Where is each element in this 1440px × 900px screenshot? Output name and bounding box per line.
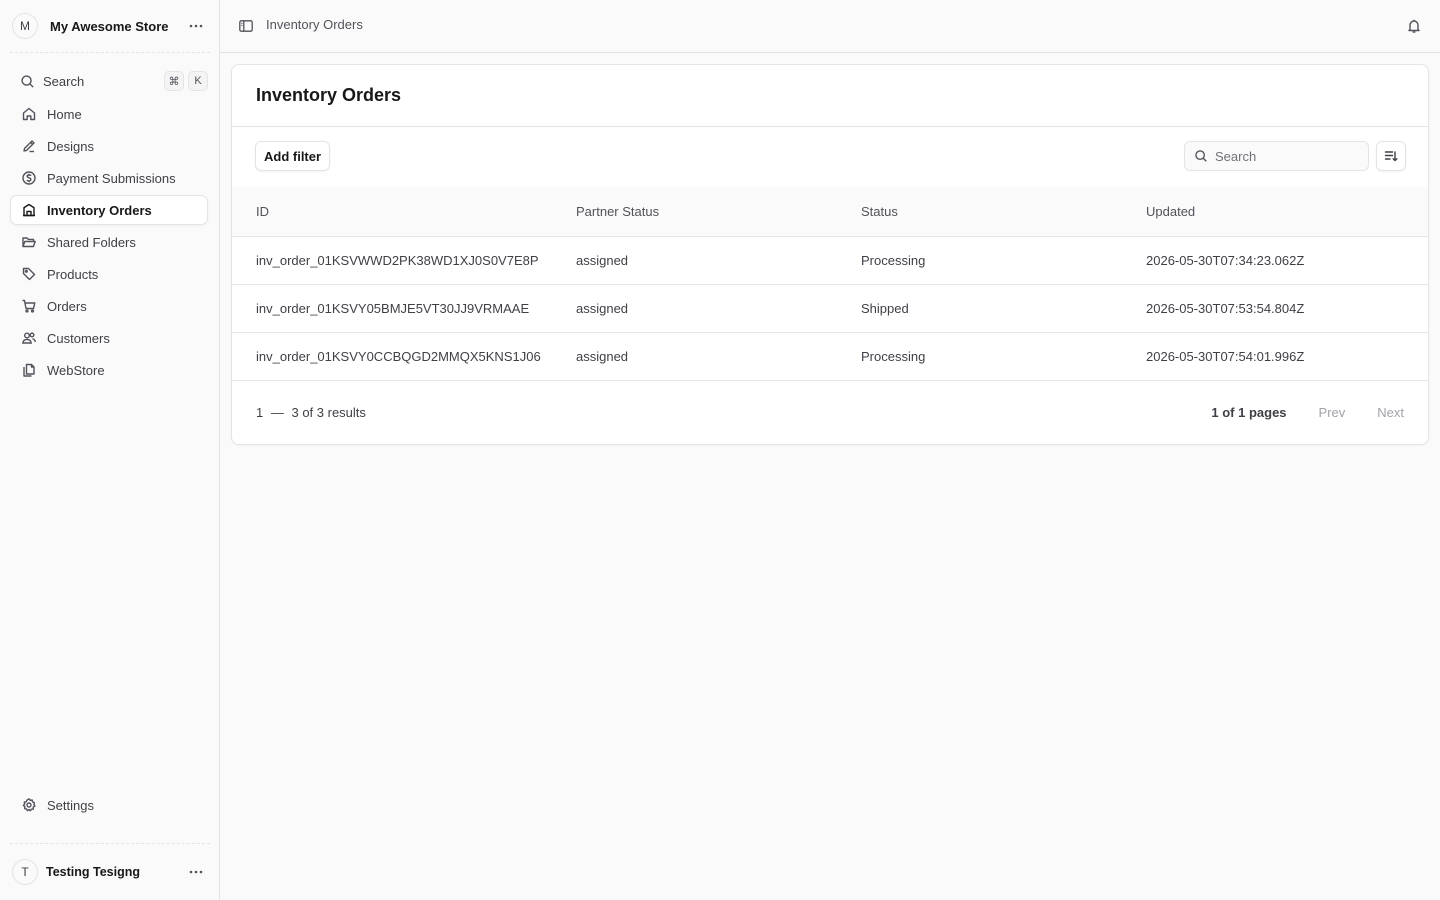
sidebar-item-label: Settings <box>47 797 94 813</box>
settings-nav-wrap: Settings <box>10 790 208 822</box>
user-name: Testing Tesigng <box>46 865 140 879</box>
table-row[interactable]: inv_order_01KSVY05BMJE5VT30JJ9VRMAAE ass… <box>232 284 1428 333</box>
sidebar: M My Awesome Store Search ⌘ K Home Desig… <box>0 0 220 900</box>
inventory-orders-card: Inventory Orders Add filter ID Partner S… <box>231 64 1429 445</box>
store-switcher[interactable]: M My Awesome Store <box>12 13 208 39</box>
add-filter-button[interactable]: Add filter <box>255 141 331 171</box>
sidebar-item-label: Home <box>47 106 82 122</box>
sidebar-item-products[interactable]: Products <box>10 259 208 289</box>
column-header-id[interactable]: ID <box>232 187 566 237</box>
column-header-status[interactable]: Status <box>851 187 1136 237</box>
tag-icon <box>19 264 39 284</box>
column-header-partner-status[interactable]: Partner Status <box>566 187 851 237</box>
sidebar-item-settings[interactable]: Settings <box>10 790 208 820</box>
results-summary: 1 — 3 of 3 results <box>256 405 366 420</box>
more-horizontal-icon[interactable] <box>184 860 208 884</box>
more-horizontal-icon[interactable] <box>184 14 208 38</box>
sidebar-item-label: Products <box>47 266 99 282</box>
topbar: Inventory Orders <box>220 0 1440 53</box>
sidebar-item-label: Designs <box>47 138 94 154</box>
divider <box>232 126 1428 127</box>
shortcut-mod-key: ⌘ <box>164 71 184 91</box>
user-avatar: T <box>12 859 38 885</box>
sidebar-search[interactable]: Search ⌘ K <box>12 68 208 94</box>
sidebar-item-label: WebStore <box>47 362 105 378</box>
table-row[interactable]: inv_order_01KSVY0CCBQGD2MMQX5KNS1J06 ass… <box>232 332 1428 381</box>
sidebar-item-inventory-orders[interactable]: Inventory Orders <box>10 195 208 225</box>
cell-status: Processing <box>851 236 1136 285</box>
table-row[interactable]: inv_order_01KSVWWD2PK38WD1XJ0S0V7E8P ass… <box>232 236 1428 285</box>
column-header-updated[interactable]: Updated <box>1136 187 1428 237</box>
range-separator: — <box>270 405 284 420</box>
sidebar-item-label: Orders <box>47 298 87 314</box>
page-title: Inventory Orders <box>256 85 402 105</box>
cell-id: inv_order_01KSVY0CCBQGD2MMQX5KNS1J06 <box>232 332 566 381</box>
table-header-row: ID Partner Status Status Updated <box>232 187 1428 237</box>
sort-descending-icon <box>1383 148 1399 164</box>
cell-id: inv_order_01KSVWWD2PK38WD1XJ0S0V7E8P <box>232 236 566 285</box>
cell-updated: 2026-05-30T07:54:01.996Z <box>1136 332 1428 381</box>
dollar-circle-icon <box>19 168 39 188</box>
cell-updated: 2026-05-30T07:53:54.804Z <box>1136 284 1428 333</box>
sidebar-item-home[interactable]: Home <box>10 99 208 129</box>
folder-open-icon <box>19 232 39 252</box>
cell-partner-status: assigned <box>566 236 851 285</box>
sidebar-item-label: Shared Folders <box>47 234 136 250</box>
sidebar-item-label: Payment Submissions <box>47 170 176 186</box>
sidebar-search-label: Search <box>43 73 85 89</box>
gear-icon <box>19 795 39 815</box>
range-start: 1 <box>256 405 264 420</box>
search-icon <box>20 74 35 89</box>
range-rest: 3 of 3 results <box>291 405 366 420</box>
sidebar-item-label: Customers <box>47 330 110 346</box>
sidebar-item-designs[interactable]: Designs <box>10 131 208 161</box>
prev-page-button[interactable]: Prev <box>1319 405 1346 420</box>
store-avatar: M <box>12 13 38 39</box>
cell-updated: 2026-05-30T07:34:23.062Z <box>1136 236 1428 285</box>
pencil-icon <box>19 136 39 156</box>
users-icon <box>19 328 39 348</box>
search-input[interactable] <box>1215 148 1355 164</box>
cell-partner-status: assigned <box>566 284 851 333</box>
page-indicator: 1 of 1 pages <box>1211 405 1287 420</box>
sidebar-item-orders[interactable]: Orders <box>10 291 208 321</box>
cart-icon <box>19 296 39 316</box>
cell-partner-status: assigned <box>566 332 851 381</box>
user-menu[interactable]: T Testing Tesigng <box>12 859 208 885</box>
pagination: 1 of 1 pages Prev Next <box>1211 405 1404 420</box>
sidebar-toggle-icon[interactable] <box>236 16 256 36</box>
search-icon <box>1194 149 1208 163</box>
breadcrumb[interactable]: Inventory Orders <box>266 17 363 32</box>
building-icon <box>19 200 39 220</box>
sidebar-item-payment-submissions[interactable]: Payment Submissions <box>10 163 208 193</box>
sidebar-divider <box>10 52 210 53</box>
sidebar-item-webstore[interactable]: WebStore <box>10 355 208 385</box>
next-page-button[interactable]: Next <box>1377 405 1404 420</box>
shortcut-k-key: K <box>188 71 208 91</box>
sidebar-item-label: Inventory Orders <box>47 202 152 218</box>
sidebar-nav: Home Designs Payment Submissions Invento… <box>10 99 208 387</box>
copy-icon <box>19 360 39 380</box>
cell-status: Processing <box>851 332 1136 381</box>
store-name: My Awesome Store <box>50 18 169 34</box>
sidebar-item-customers[interactable]: Customers <box>10 323 208 353</box>
sort-button[interactable] <box>1376 141 1406 171</box>
bell-icon[interactable] <box>1404 16 1424 36</box>
table-search[interactable] <box>1184 141 1369 171</box>
sidebar-divider <box>10 843 210 844</box>
cell-id: inv_order_01KSVY05BMJE5VT30JJ9VRMAAE <box>232 284 566 333</box>
home-icon <box>19 104 39 124</box>
sidebar-item-shared-folders[interactable]: Shared Folders <box>10 227 208 257</box>
cell-status: Shipped <box>851 284 1136 333</box>
orders-table: ID Partner Status Status Updated inv_ord… <box>232 187 1428 381</box>
